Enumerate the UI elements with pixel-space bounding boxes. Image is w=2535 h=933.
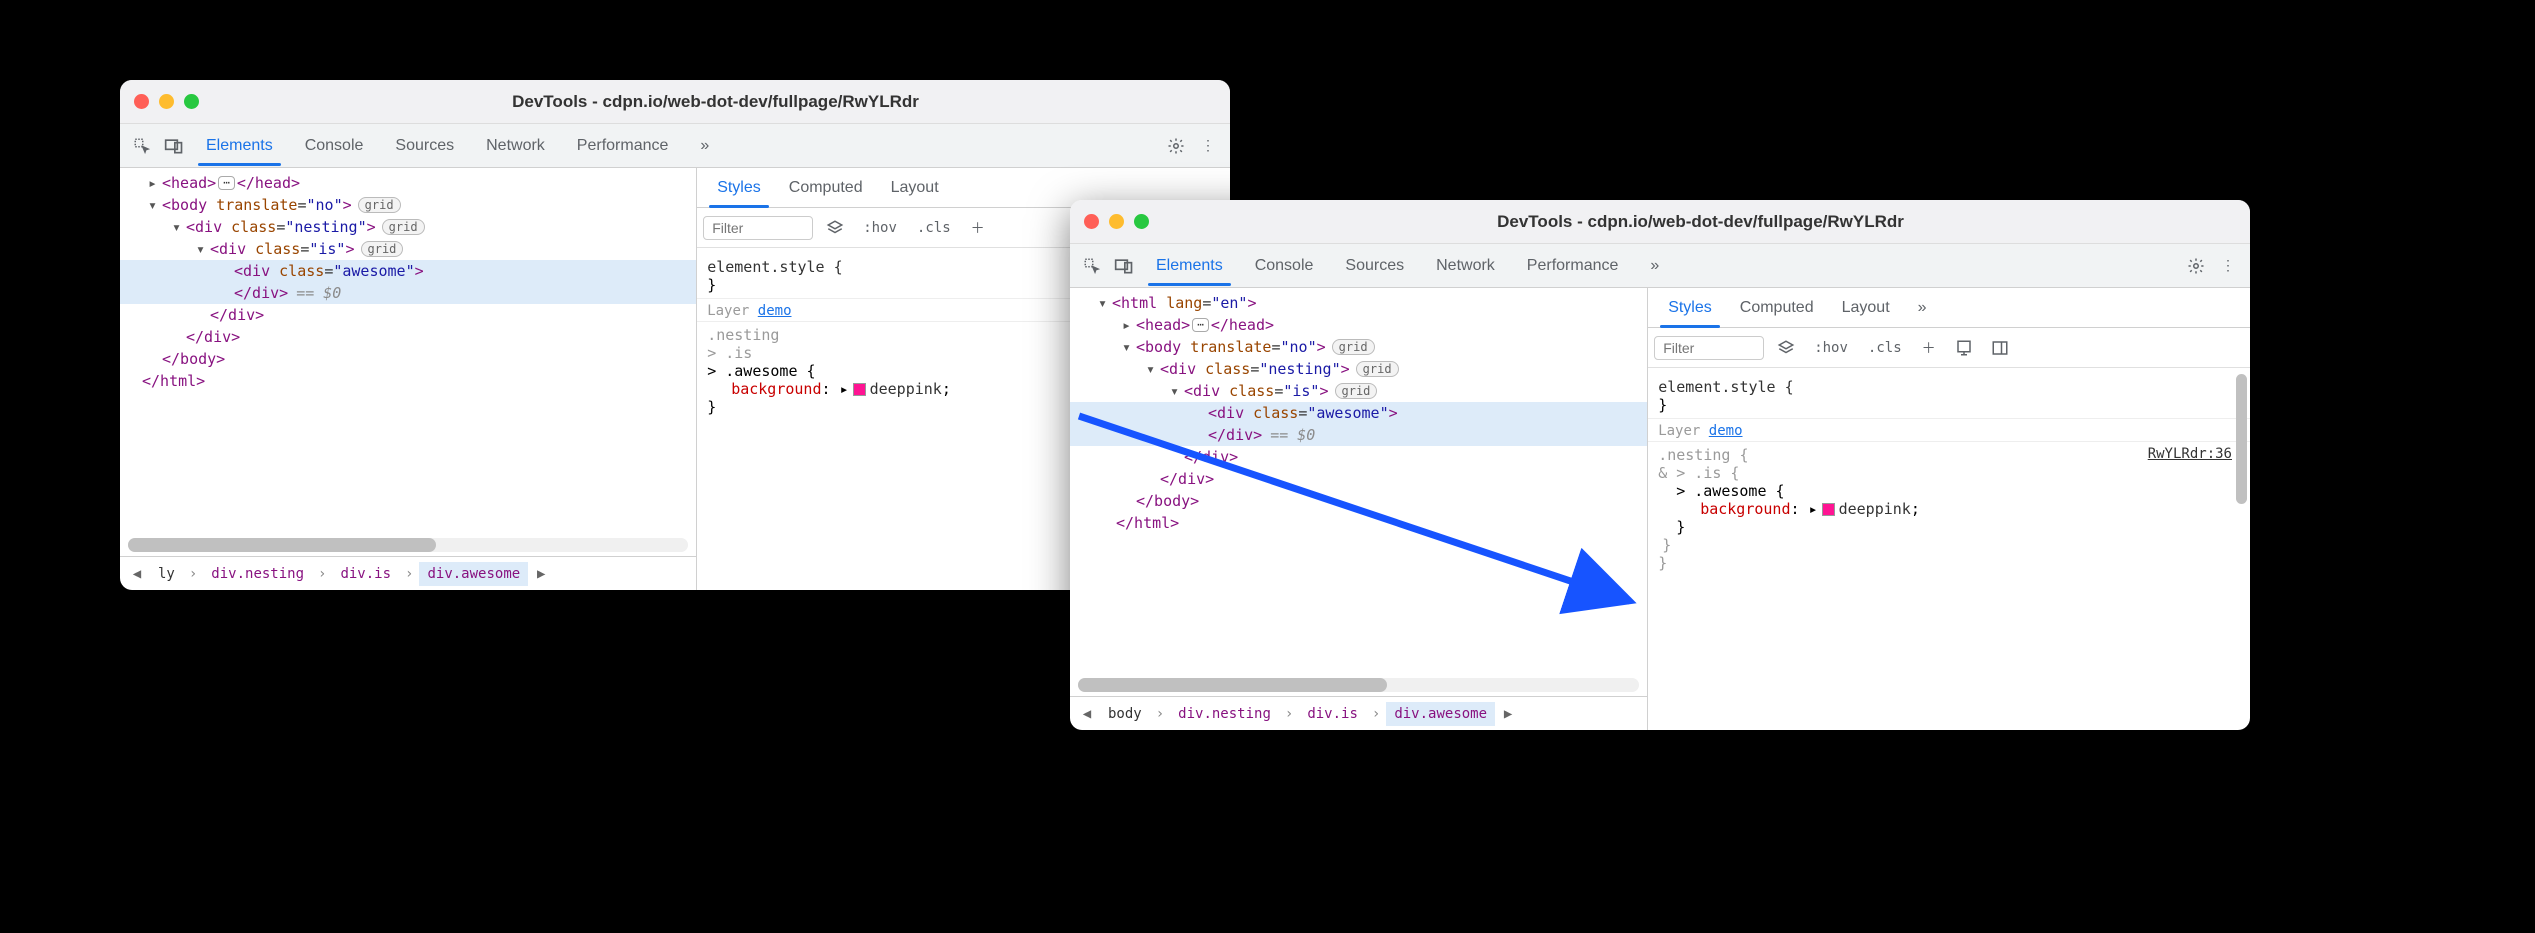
layers-icon[interactable] xyxy=(821,214,849,242)
tab-performance[interactable]: Performance xyxy=(1513,247,1633,285)
crumb-awesome[interactable]: div.awesome xyxy=(1386,702,1495,726)
devtools-window-left: DevTools - cdpn.io/web-dot-dev/fullpage/… xyxy=(120,80,1230,590)
device-toggle-icon[interactable] xyxy=(1110,252,1138,280)
grid-badge[interactable]: grid xyxy=(1335,383,1378,399)
plus-icon[interactable]: ＋ xyxy=(965,216,991,240)
inspect-icon[interactable] xyxy=(128,132,156,160)
tabs-more[interactable]: » xyxy=(1636,247,1673,285)
tab-styles[interactable]: Styles xyxy=(703,169,775,207)
selected-element: <div class="awesome"> xyxy=(1070,402,1647,424)
ellipsis-icon[interactable]: ⋯ xyxy=(218,176,235,190)
tab-network[interactable]: Network xyxy=(472,127,559,165)
minimize-icon[interactable] xyxy=(159,94,174,109)
tab-elements[interactable]: Elements xyxy=(1142,247,1237,285)
panel-toggle-icon[interactable] xyxy=(1986,334,2014,362)
breadcrumb: ◀ body › div.nesting › div.is › div.awes… xyxy=(1070,696,1647,730)
tab-sources[interactable]: Sources xyxy=(381,127,468,165)
titlebar: DevTools - cdpn.io/web-dot-dev/fullpage/… xyxy=(1070,200,2250,244)
titlebar: DevTools - cdpn.io/web-dot-dev/fullpage/… xyxy=(120,80,1230,124)
tab-styles[interactable]: Styles xyxy=(1654,289,1726,327)
grid-badge[interactable]: grid xyxy=(361,241,404,257)
minimize-icon[interactable] xyxy=(1109,214,1124,229)
zoom-icon[interactable] xyxy=(1134,214,1149,229)
tab-layout[interactable]: Layout xyxy=(877,169,953,207)
elements-panel: ▸<head>⋯</head> ▾<body translate="no">gr… xyxy=(120,168,697,590)
tab-performance[interactable]: Performance xyxy=(563,127,683,165)
tab-elements[interactable]: Elements xyxy=(192,127,287,165)
elements-panel: ▾<html lang="en"> ▸<head>⋯</head> ▾<body… xyxy=(1070,288,1648,730)
selected-element: <div class="awesome"> xyxy=(120,260,696,282)
crumb-body[interactable]: body xyxy=(1100,702,1150,726)
traffic-lights xyxy=(1084,214,1149,229)
close-icon[interactable] xyxy=(134,94,149,109)
kebab-icon[interactable]: ⋮ xyxy=(2214,252,2242,280)
tab-layout[interactable]: Layout xyxy=(1828,289,1904,327)
tabs-more[interactable]: » xyxy=(1904,289,1941,327)
nesting-rule-nested[interactable]: RwYLRdr:36 .nesting { & > .is { > .aweso… xyxy=(1648,442,2250,576)
ellipsis-icon[interactable]: ⋯ xyxy=(1192,318,1209,332)
main-tabs: Elements Console Sources Network Perform… xyxy=(1070,244,2250,288)
filter-input[interactable] xyxy=(1654,336,1764,360)
crumb-is[interactable]: div.is xyxy=(332,562,399,586)
tab-console[interactable]: Console xyxy=(1241,247,1328,285)
dom-tree[interactable]: ▾<html lang="en"> ▸<head>⋯</head> ▾<body… xyxy=(1070,288,1647,678)
tab-network[interactable]: Network xyxy=(1422,247,1509,285)
zoom-icon[interactable] xyxy=(184,94,199,109)
layers-icon[interactable] xyxy=(1772,334,1800,362)
device-toggle-icon[interactable] xyxy=(160,132,188,160)
crumbs-next-icon[interactable]: ▶ xyxy=(530,566,552,582)
gear-icon[interactable] xyxy=(2182,252,2210,280)
styles-panel: Styles Computed Layout » :hov .cls ＋ xyxy=(1648,288,2250,730)
cls-button[interactable]: .cls xyxy=(1862,338,1908,358)
filter-row: :hov .cls ＋ xyxy=(1648,328,2250,368)
gear-icon[interactable] xyxy=(1162,132,1190,160)
sub-tabs: Styles Computed Layout » xyxy=(1648,288,2250,328)
tab-computed[interactable]: Computed xyxy=(1726,289,1828,327)
tabs-more[interactable]: » xyxy=(686,127,723,165)
tab-computed[interactable]: Computed xyxy=(775,169,877,207)
crumbs-next-icon[interactable]: ▶ xyxy=(1497,706,1519,722)
breadcrumb: ◀ ly › div.nesting › div.is › div.awesom… xyxy=(120,556,696,590)
hov-button[interactable]: :hov xyxy=(857,218,903,238)
crumb-awesome[interactable]: div.awesome xyxy=(419,562,528,586)
horizontal-scrollbar[interactable] xyxy=(128,538,688,552)
crumb-nesting[interactable]: div.nesting xyxy=(203,562,312,586)
layer-row[interactable]: Layer demo xyxy=(1648,419,2250,442)
color-swatch[interactable] xyxy=(853,383,866,396)
cls-button[interactable]: .cls xyxy=(911,218,957,238)
css-rules: element.style { } Layer demo RwYLRdr:36 … xyxy=(1648,368,2250,730)
window-title: DevTools - cdpn.io/web-dot-dev/fullpage/… xyxy=(215,92,1216,112)
inspect-icon[interactable] xyxy=(1078,252,1106,280)
device-icon[interactable] xyxy=(1950,334,1978,362)
crumb-nesting[interactable]: div.nesting xyxy=(1170,702,1279,726)
dom-tree[interactable]: ▸<head>⋯</head> ▾<body translate="no">gr… xyxy=(120,168,696,538)
traffic-lights xyxy=(134,94,199,109)
devtools-window-right: DevTools - cdpn.io/web-dot-dev/fullpage/… xyxy=(1070,200,2250,730)
source-link[interactable]: RwYLRdr:36 xyxy=(2148,446,2232,462)
content-area: ▸<head>⋯</head> ▾<body translate="no">gr… xyxy=(120,168,1230,590)
crumbs-prev-icon[interactable]: ◀ xyxy=(126,566,148,582)
main-tabs: Elements Console Sources Network Perform… xyxy=(120,124,1230,168)
crumb-ly[interactable]: ly xyxy=(150,562,183,586)
color-swatch[interactable] xyxy=(1822,503,1835,516)
content-area: ▾<html lang="en"> ▸<head>⋯</head> ▾<body… xyxy=(1070,288,2250,730)
crumbs-prev-icon[interactable]: ◀ xyxy=(1076,706,1098,722)
horizontal-scrollbar[interactable] xyxy=(1078,678,1639,692)
element-style-block[interactable]: element.style { } xyxy=(1648,374,2250,419)
tab-console[interactable]: Console xyxy=(291,127,378,165)
filter-input[interactable] xyxy=(703,216,813,240)
window-title: DevTools - cdpn.io/web-dot-dev/fullpage/… xyxy=(1165,212,2236,232)
crumb-is[interactable]: div.is xyxy=(1299,702,1366,726)
hov-button[interactable]: :hov xyxy=(1808,338,1854,358)
close-icon[interactable] xyxy=(1084,214,1099,229)
plus-icon[interactable]: ＋ xyxy=(1916,336,1942,360)
kebab-icon[interactable]: ⋮ xyxy=(1194,132,1222,160)
grid-badge[interactable]: grid xyxy=(358,197,401,213)
grid-badge[interactable]: grid xyxy=(1332,339,1375,355)
tab-sources[interactable]: Sources xyxy=(1331,247,1418,285)
grid-badge[interactable]: grid xyxy=(382,219,425,235)
grid-badge[interactable]: grid xyxy=(1356,361,1399,377)
